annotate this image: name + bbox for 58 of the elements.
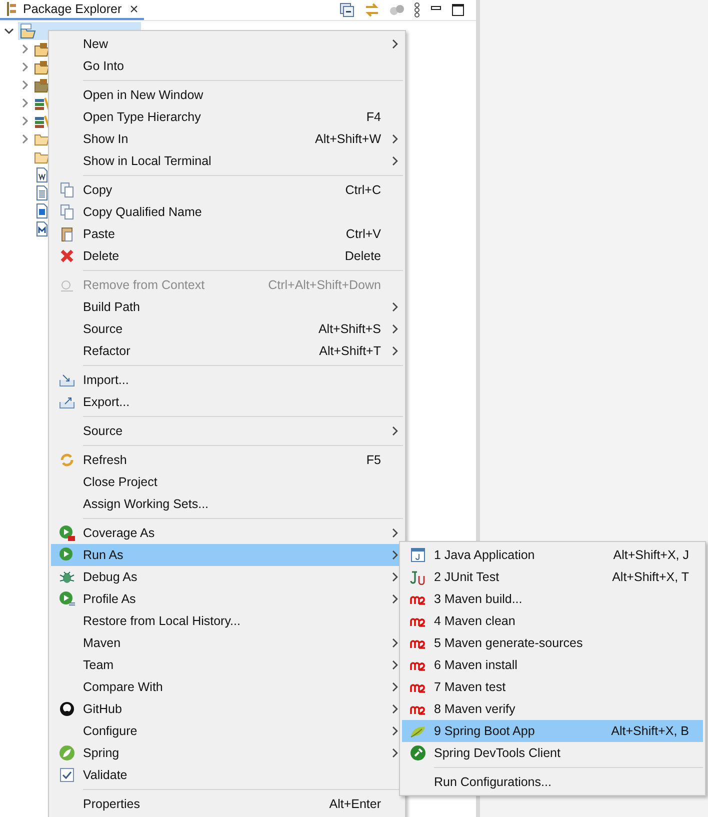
menu-item[interactable]: Restore from Local History... — [51, 610, 403, 632]
menu-item[interactable]: Build Path — [51, 296, 403, 318]
menu-item[interactable]: Configure — [51, 720, 403, 742]
menu-item[interactable]: Compare With — [51, 676, 403, 698]
menu-item[interactable]: 6 Maven install — [402, 654, 703, 676]
menu-item[interactable]: 2 JUnit Test Alt+Shift+X, T — [402, 566, 703, 588]
chevron-right-icon[interactable] — [20, 134, 30, 144]
menu-item[interactable]: Copy Qualified Name — [51, 201, 403, 223]
menu-item[interactable]: 1 Java Application Alt+Shift+X, J — [402, 544, 703, 566]
menu-item[interactable]: Spring DevTools Client — [402, 742, 703, 764]
menu-item[interactable]: Paste Ctrl+V — [51, 223, 403, 245]
chevron-right-icon[interactable] — [20, 80, 30, 90]
menu-item[interactable]: Assign Working Sets... — [51, 493, 403, 515]
menu-item[interactable]: Close Project — [51, 471, 403, 493]
menu-item[interactable]: Import... — [51, 369, 403, 391]
menu-item[interactable]: Team — [51, 654, 403, 676]
chevron-right-icon[interactable] — [20, 44, 30, 54]
menu-item[interactable]: 8 Maven verify — [402, 698, 703, 720]
filter-icon[interactable] — [390, 3, 404, 17]
menu-item[interactable]: Validate — [51, 764, 403, 786]
menu-item[interactable]: Spring — [51, 742, 403, 764]
menu-item[interactable]: GitHub — [51, 698, 403, 720]
hierarchy-icon — [6, 2, 18, 16]
menu-item[interactable]: 9 Spring Boot App Alt+Shift+X, B — [402, 720, 703, 742]
menu-item[interactable]: Go Into — [51, 55, 403, 77]
menu-item[interactable]: Profile As — [51, 588, 403, 610]
maximize-icon[interactable] — [452, 4, 464, 16]
menu-item[interactable]: Delete Delete — [51, 245, 403, 267]
menu-item[interactable]: Refactor Alt+Shift+T — [51, 340, 403, 362]
menu-item[interactable]: 5 Maven generate-sources — [402, 632, 703, 654]
close-button[interactable]: × — [130, 2, 138, 16]
menu-item[interactable]: 7 Maven test — [402, 676, 703, 698]
menu-item[interactable]: Open in New Window — [51, 84, 403, 106]
chevron-right-icon[interactable] — [20, 62, 30, 72]
link-icon[interactable] — [364, 3, 380, 17]
menu-item[interactable]: Properties Alt+Enter — [51, 793, 403, 815]
menu-item[interactable]: Source — [51, 420, 403, 442]
menu-item[interactable]: 3 Maven build... — [402, 588, 703, 610]
menu-item[interactable]: Open Type Hierarchy F4 — [51, 106, 403, 128]
menu-item[interactable]: Copy Ctrl+C — [51, 179, 403, 201]
menu-item[interactable]: Export... — [51, 391, 403, 413]
view-tab[interactable]: Package Explorer × — [0, 0, 144, 20]
chevron-right-icon[interactable] — [20, 116, 30, 126]
collapse-icon[interactable] — [340, 3, 354, 17]
menu-item[interactable]: Debug As — [51, 566, 403, 588]
menu-item[interactable]: Coverage As — [51, 522, 403, 544]
project-icon — [20, 22, 36, 38]
menu-item[interactable]: Run Configurations... — [402, 771, 703, 793]
menu-item[interactable]: Show in Local Terminal — [51, 150, 403, 172]
chevron-down-icon[interactable] — [4, 26, 14, 36]
menu-item[interactable]: New — [51, 33, 403, 55]
chevron-right-icon[interactable] — [20, 98, 30, 108]
more-icon[interactable] — [414, 2, 420, 18]
menu-item[interactable]: Source Alt+Shift+S — [51, 318, 403, 340]
menu-item[interactable]: 4 Maven clean — [402, 610, 703, 632]
menu-item[interactable]: Maven — [51, 632, 403, 654]
menu-item[interactable]: Refresh F5 — [51, 449, 403, 471]
menu-item[interactable]: Show In Alt+Shift+W — [51, 128, 403, 150]
